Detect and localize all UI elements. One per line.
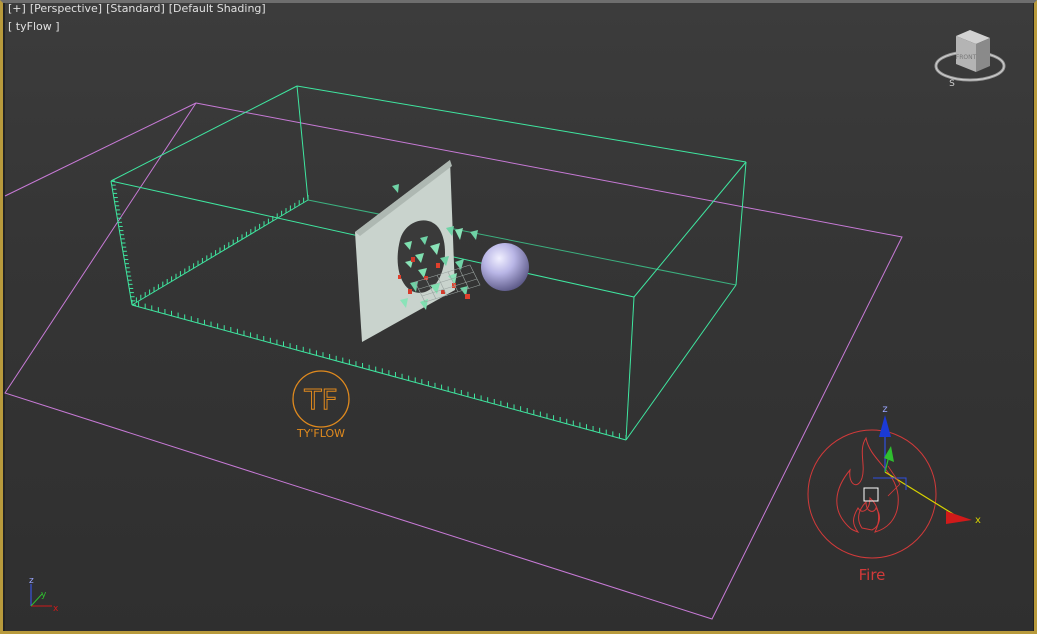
gizmo-x-arrow — [946, 511, 972, 524]
gizmo-z-arrow — [879, 415, 891, 437]
sphere-object[interactable] — [481, 243, 529, 291]
selected-object-label: [ tyFlow ] — [8, 20, 60, 33]
perspective-viewport[interactable]: TF TY'FLOW Fire x z FRONT S z y x [+] [P… — [0, 0, 1037, 634]
viewport-label-menu: [+] [Perspective] [Standard] [Default Shadi… — [8, 2, 270, 16]
viewport-right-border — [1033, 0, 1037, 634]
viewcube-front-face[interactable]: FRONT — [956, 54, 977, 61]
tripod-y: y — [41, 590, 47, 600]
viewcube[interactable]: FRONT S — [934, 30, 1006, 89]
tripod-x: x — [53, 604, 59, 614]
tyflow-label: TY'FLOW — [296, 427, 345, 440]
tyflow-icon[interactable]: TF TY'FLOW — [292, 370, 350, 440]
fire-helper[interactable]: Fire — [807, 429, 937, 584]
viewport-standard-menu[interactable]: [Standard] — [106, 2, 165, 15]
viewport-shading-menu[interactable]: [Default Shading] — [169, 2, 266, 15]
ground-plane-edge — [4, 102, 197, 197]
axis-tripod: z y x — [29, 576, 59, 614]
viewport-plus-menu[interactable]: [+] — [8, 2, 26, 15]
tyflow-monogram: TF — [303, 383, 337, 416]
concrete-wall[interactable] — [355, 160, 455, 342]
viewcube-compass-south[interactable]: S — [949, 79, 955, 89]
gizmo-x-label: x — [975, 515, 981, 526]
gizmo-z-label: z — [882, 404, 887, 415]
ground-plane[interactable] — [4, 102, 903, 620]
viewport-pov-menu[interactable]: [Perspective] — [30, 2, 102, 15]
tripod-z: z — [29, 576, 34, 586]
fire-label: Fire — [859, 566, 886, 584]
scene-canvas[interactable]: TF TY'FLOW Fire x z FRONT S z y x — [0, 0, 1037, 634]
